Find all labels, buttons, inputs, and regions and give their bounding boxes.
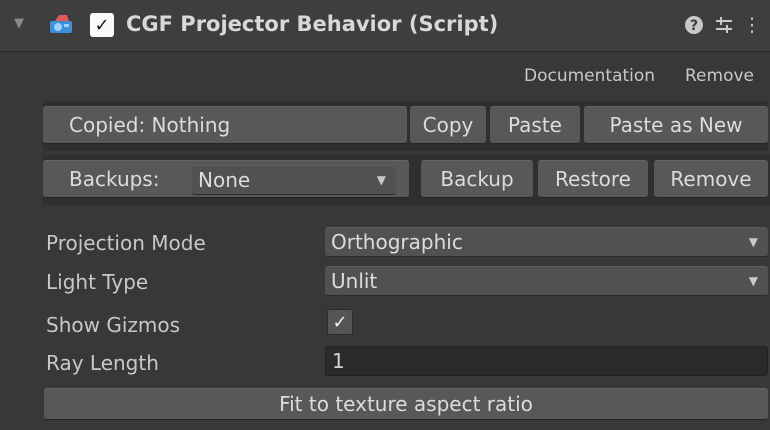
show-gizmos-checkbox[interactable]: ✓: [327, 309, 353, 335]
backups-selected-value: None: [198, 168, 251, 192]
paste-button-label: Paste: [508, 113, 562, 137]
documentation-link[interactable]: Documentation: [524, 66, 655, 86]
ray-length-field[interactable]: 1: [325, 346, 768, 376]
restore-button-label: Restore: [555, 167, 631, 191]
fit-texture-aspect-button[interactable]: Fit to texture aspect ratio: [44, 388, 768, 420]
component-title: CGF Projector Behavior (Script): [126, 12, 499, 36]
show-gizmos-label: Show Gizmos: [46, 313, 181, 337]
chevron-down-icon: ▼: [376, 173, 386, 187]
paste-as-new-label: Paste as New: [609, 113, 743, 137]
checkmark-icon: ✓: [332, 311, 348, 333]
paste-as-new-button[interactable]: Paste as New: [584, 106, 768, 144]
ray-length-label: Ray Length: [46, 351, 159, 375]
light-type-label: Light Type: [46, 270, 149, 294]
remove-backup-button[interactable]: Remove: [654, 160, 768, 198]
ray-length-value: 1: [332, 349, 345, 373]
copy-button[interactable]: Copy: [410, 106, 486, 144]
foldout-triangle-icon[interactable]: ▼: [14, 16, 30, 32]
projection-mode-label: Projection Mode: [46, 231, 206, 255]
fit-texture-aspect-label: Fit to texture aspect ratio: [279, 392, 533, 416]
checkmark-icon: ✓: [94, 14, 110, 36]
presets-icon[interactable]: [712, 12, 736, 38]
component-enabled-checkbox[interactable]: ✓: [90, 13, 114, 37]
help-icon[interactable]: ?: [682, 12, 706, 38]
remove-backup-label: Remove: [670, 167, 752, 191]
light-type-value: Unlit: [331, 269, 378, 293]
backup-button[interactable]: Backup: [421, 160, 533, 198]
light-type-dropdown[interactable]: Unlit ▼: [325, 266, 768, 296]
copied-status-text: Copied: Nothing: [69, 113, 231, 137]
backups-label: Backups:: [69, 167, 160, 191]
projection-mode-dropdown[interactable]: Orthographic ▼: [325, 227, 768, 257]
backups-dropdown[interactable]: None ▼: [192, 165, 396, 195]
projection-mode-value: Orthographic: [331, 230, 463, 254]
paste-button[interactable]: Paste: [490, 106, 580, 144]
copy-button-label: Copy: [422, 113, 474, 137]
chevron-down-icon: ▼: [748, 235, 758, 249]
chevron-down-icon: ▼: [748, 274, 758, 288]
projector-icon: [50, 15, 72, 33]
remove-link[interactable]: Remove: [685, 66, 754, 86]
restore-button[interactable]: Restore: [538, 160, 648, 198]
context-menu-icon[interactable]: ⋮: [740, 12, 764, 38]
svg-text:?: ?: [690, 18, 698, 34]
backup-button-label: Backup: [440, 167, 514, 191]
copied-status-label: Copied: Nothing: [43, 106, 407, 144]
component-header[interactable]: ▼ ✓ CGF Projector Behavior (Script) ? ⋮: [0, 0, 770, 52]
